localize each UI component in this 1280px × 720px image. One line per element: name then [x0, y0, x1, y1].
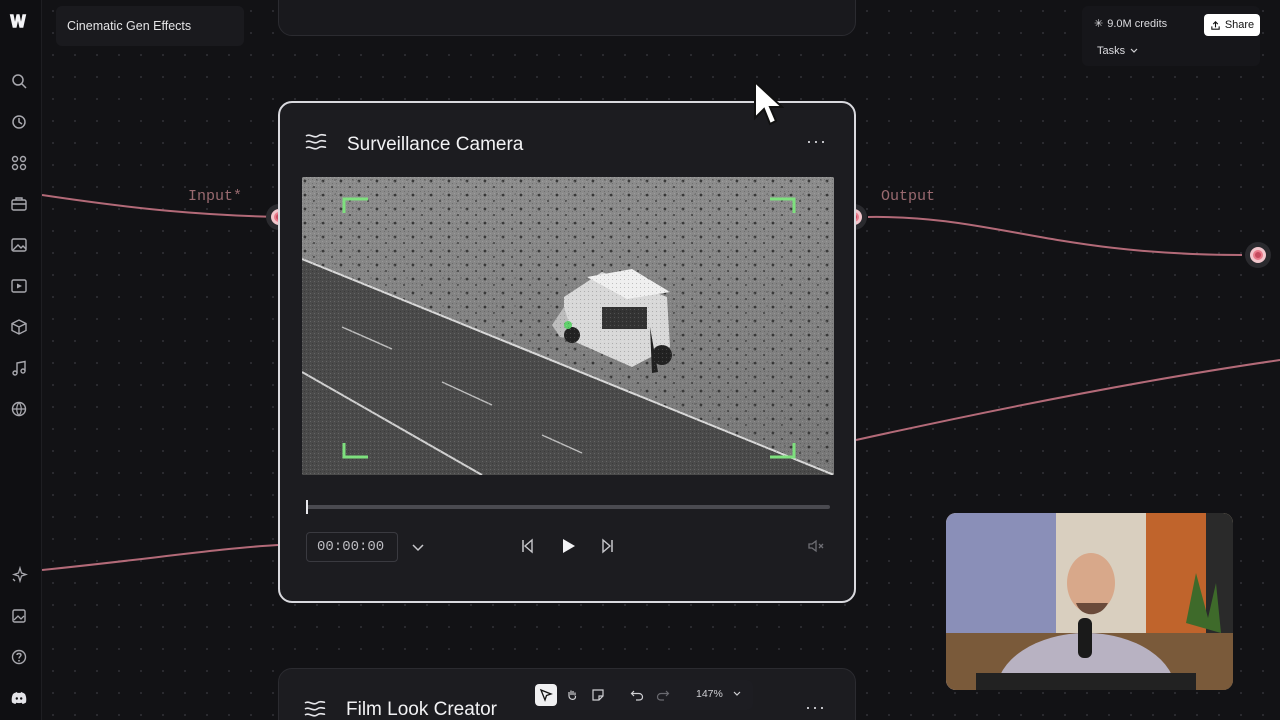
waves-icon	[304, 130, 328, 154]
project-title[interactable]: Cinematic Gen Effects	[56, 6, 244, 46]
cube-icon[interactable]	[10, 318, 28, 336]
timeline-scrubber[interactable]	[306, 500, 830, 514]
hand-tool-icon[interactable]	[561, 684, 583, 706]
share-button[interactable]: Share	[1204, 14, 1260, 36]
briefcase-icon[interactable]	[10, 195, 28, 213]
step-forward-icon[interactable]	[598, 536, 618, 556]
logo-icon[interactable]	[9, 12, 33, 34]
mute-icon[interactable]	[806, 536, 826, 556]
timeline-handle[interactable]	[306, 500, 308, 514]
input-port-label: Input*	[188, 188, 243, 205]
note-tool-icon[interactable]	[587, 684, 609, 706]
left-sidebar	[0, 0, 42, 720]
undo-icon[interactable]	[626, 684, 648, 706]
image-icon[interactable]	[10, 236, 28, 254]
chevron-down-icon[interactable]	[731, 687, 743, 701]
search-icon[interactable]	[10, 72, 28, 90]
redo-icon[interactable]	[652, 684, 674, 706]
chevron-down-icon	[1130, 48, 1138, 53]
discord-icon[interactable]	[10, 689, 28, 707]
node-title[interactable]: Surveillance Camera	[347, 134, 523, 156]
upstream-node[interactable]	[278, 0, 856, 36]
asterisk-icon: ✳	[1094, 18, 1104, 30]
node-title[interactable]: Film Look Creator	[346, 699, 497, 720]
zoom-level[interactable]: 147%	[696, 688, 723, 700]
canvas-toolbar: 147%	[531, 680, 753, 710]
output-port-label: Output	[881, 188, 936, 205]
help-icon[interactable]	[10, 648, 28, 666]
surveillance-camera-node[interactable]: Surveillance Camera ··· 00:00:00	[278, 101, 856, 603]
credits-text: 9.0M credits	[1107, 17, 1168, 30]
webcam-overlay	[946, 513, 1233, 690]
video-preview[interactable]	[302, 177, 834, 475]
share-label: Share	[1224, 19, 1255, 31]
video-icon[interactable]	[10, 277, 28, 295]
step-back-icon[interactable]	[517, 536, 537, 556]
waves-icon	[303, 697, 327, 720]
apps-icon[interactable]	[10, 154, 28, 172]
sparkle-icon[interactable]	[10, 566, 28, 584]
play-icon[interactable]	[558, 536, 578, 556]
node-menu-button[interactable]: ···	[805, 697, 829, 717]
music-icon[interactable]	[10, 359, 28, 377]
gallery-icon[interactable]	[10, 607, 28, 625]
select-tool-icon[interactable]	[535, 684, 557, 706]
share-icon	[1211, 20, 1220, 30]
node-menu-button[interactable]: ···	[806, 131, 830, 151]
tasks-dropdown[interactable]: Tasks	[1097, 45, 1138, 57]
tasks-label: Tasks	[1097, 45, 1126, 57]
top-right-panel: ✳ 9.0M credits Share Tasks	[1082, 6, 1260, 66]
globe-icon[interactable]	[10, 400, 28, 418]
mouse-cursor	[752, 79, 785, 128]
timecode-display[interactable]: 00:00:00	[306, 532, 398, 562]
credits-indicator[interactable]: ✳ 9.0M credits	[1094, 17, 1168, 31]
history-icon[interactable]	[10, 113, 28, 131]
chevron-down-icon[interactable]	[408, 537, 428, 557]
downstream-input-port[interactable]	[1245, 242, 1271, 268]
